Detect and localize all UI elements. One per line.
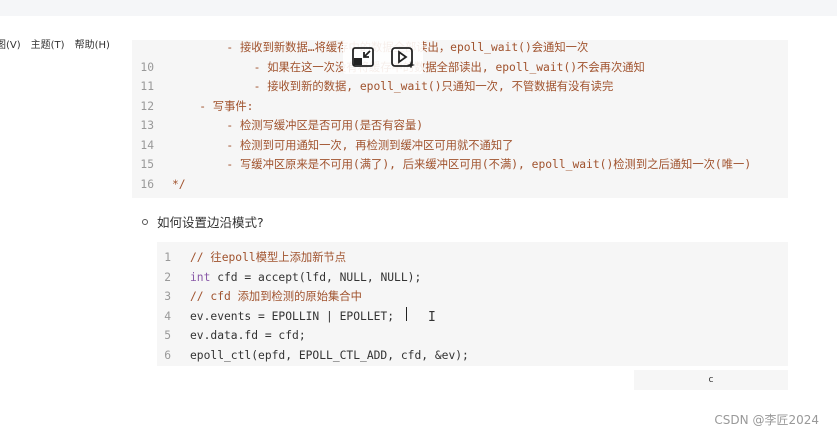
code-text: - 检测写缓冲区是否可用(是否有容量) — [226, 119, 424, 132]
line-number: 2 — [164, 270, 171, 284]
line-number: 15 — [140, 158, 154, 171]
question-text: 如何设置边沿模式? — [157, 215, 264, 230]
code-line: 16 */ — [132, 175, 788, 195]
code-text: - 写事件: — [199, 99, 254, 113]
text-caret — [406, 307, 407, 321]
menu-view[interactable]: 图(V) — [0, 36, 21, 54]
video-controls — [343, 40, 423, 74]
code-text: int cfd = accept(lfd, NULL, NULL); — [190, 268, 421, 288]
code-text: epoll_ctl(epfd, EPOLL_CTL_ADD, cfd, &ev)… — [190, 346, 469, 366]
code-text: - 写缓冲区原来是不可用(满了), 后来缓冲区可用(不满), epoll_wai… — [226, 158, 752, 171]
line-number: 6 — [164, 348, 171, 362]
code-text: - 接收到新的数据, epoll_wait()只通知一次, 不管数据有没有读完 — [253, 80, 614, 93]
line-number: 16 — [140, 177, 154, 191]
menu-help[interactable]: 帮助(H) — [75, 36, 110, 54]
code-line: 4 ev.events = EPOLLIN | EPOLLET; — [157, 307, 788, 327]
code-block-comment[interactable]: - 接收到新数据…将缓存中的数据全部读出，epoll_wait()会通知一次10… — [132, 40, 788, 198]
code-line: 11 - 接收到新的数据, epoll_wait()只通知一次, 不管数据有没有读… — [132, 77, 788, 97]
ai-play-icon[interactable] — [390, 46, 416, 68]
code-line: 12 - 写事件: — [132, 97, 788, 117]
code-line: 6 epoll_ctl(epfd, EPOLL_CTL_ADD, cfd, &ev… — [157, 346, 788, 366]
line-number: 4 — [164, 309, 171, 323]
code-text: // cfd 添加到检测的原始集合中 — [190, 287, 362, 307]
code-line: 14 - 检测到可用通知一次, 再检测到缓冲区可用就不通知了 — [132, 136, 788, 156]
code-text: ev.events = EPOLLIN | EPOLLET; — [190, 307, 394, 327]
question-bullet: 如何设置边沿模式? — [142, 212, 264, 231]
code-token: epoll_ctl(epfd, EPOLL_CTL_ADD, cfd, &ev)… — [190, 348, 469, 362]
ibeam-cursor-icon: I — [428, 310, 436, 325]
line-number: 13 — [140, 119, 154, 132]
csdn-watermark: CSDN @李匠2024 — [714, 413, 819, 427]
bullet-ring-icon — [142, 218, 148, 225]
code-token: // cfd 添加到检测的原始集合中 — [190, 290, 362, 303]
code-line: 5 ev.data.fd = cfd; — [157, 326, 788, 346]
line-number: 12 — [140, 99, 154, 113]
code-token: // 往epoll模型上添加新节点 — [190, 251, 347, 264]
code-line: 10 - 如果在这一次没有将缓存中的数据全部读出, epoll_wait()不会再… — [132, 58, 788, 78]
line-number: 10 — [140, 60, 154, 74]
line-number: 3 — [164, 290, 171, 303]
code-text: - 检测到可用通知一次, 再检测到缓冲区可用就不通知了 — [226, 138, 514, 152]
code-token: ev.events = EPOLLIN | EPOLLET; — [190, 309, 395, 323]
code-line: 1 // 往epoll模型上添加新节点 — [157, 248, 788, 268]
top-bar — [0, 0, 837, 16]
code-text: // 往epoll模型上添加新节点 — [190, 248, 346, 268]
menu-theme[interactable]: 主题(T) — [31, 36, 65, 54]
line-number: 1 — [164, 251, 171, 264]
code-token: int — [190, 270, 211, 284]
code-block-edge-trigger[interactable]: 1 // 往epoll模型上添加新节点 2 int cfd = accept(lfd,… — [157, 242, 788, 366]
code-language-label[interactable]: c — [634, 370, 788, 390]
code-line: 13 - 检测写缓冲区是否可用(是否有容量) — [132, 116, 788, 136]
code-token: ev.data.fd = cfd; — [190, 329, 306, 342]
code-text: */ — [172, 177, 186, 191]
code-text: - 如果在这一次没有将缓存中的数据全部读出, epoll_wait()不会再次通… — [253, 60, 645, 74]
menu-bar: 图(V) 主题(T) 帮助(H) — [0, 36, 120, 54]
code-token: cfd = accept(lfd, NULL, NULL); — [210, 270, 422, 284]
code-line: - 接收到新数据…将缓存中的数据全部读出，epoll_wait()会通知一次 — [132, 38, 788, 58]
line-number: 11 — [140, 80, 154, 93]
code-line: 3 // cfd 添加到检测的原始集合中 — [157, 287, 788, 307]
exit-pip-icon[interactable] — [351, 46, 375, 68]
line-number: 5 — [164, 329, 171, 342]
code-line: 15 - 写缓冲区原来是不可用(满了), 后来缓冲区可用(不满), epoll_w… — [132, 155, 788, 175]
code-text: ev.data.fd = cfd; — [190, 326, 306, 346]
code-line: 2 int cfd = accept(lfd, NULL, NULL); — [157, 268, 788, 288]
line-number: 14 — [140, 138, 154, 152]
